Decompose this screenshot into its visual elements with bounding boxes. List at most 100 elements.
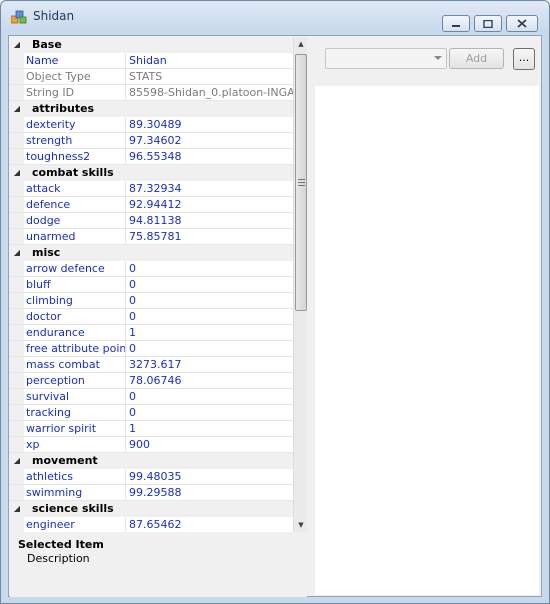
property-name: survival: [24, 389, 126, 404]
row-gutter: [10, 341, 24, 356]
property-value[interactable]: 0: [126, 341, 293, 356]
type-combobox[interactable]: [325, 48, 447, 69]
property-row[interactable]: dodge 94.81138: [10, 213, 293, 229]
property-row[interactable]: unarmed 75.85781: [10, 229, 293, 245]
row-gutter: [10, 85, 24, 100]
more-options-button[interactable]: ...: [513, 48, 535, 70]
category-row[interactable]: ◢ misc: [10, 245, 293, 261]
property-name: dexterity: [24, 117, 126, 132]
property-value[interactable]: 0: [126, 277, 293, 292]
property-value[interactable]: 87.32934: [126, 181, 293, 196]
property-value[interactable]: STATS: [126, 69, 293, 84]
property-value[interactable]: 92.94412: [126, 197, 293, 212]
grip-icon: [298, 179, 305, 186]
row-gutter: [10, 389, 24, 404]
add-button[interactable]: Add: [449, 48, 504, 69]
property-value[interactable]: 99.48035: [126, 469, 293, 484]
property-row[interactable]: tracking 0: [10, 405, 293, 421]
property-value[interactable]: 89.30489: [126, 117, 293, 132]
category-row[interactable]: ◢ movement: [10, 453, 293, 469]
property-row[interactable]: xp 900: [10, 437, 293, 453]
help-description: Description: [27, 552, 90, 565]
category-row[interactable]: ◢ science skills: [10, 501, 293, 517]
row-gutter: [10, 53, 24, 68]
collapse-toggle-icon[interactable]: ◢: [10, 453, 24, 469]
scroll-down-arrow-icon[interactable]: ▼: [294, 518, 307, 532]
collapse-toggle-icon[interactable]: ◢: [10, 245, 24, 261]
property-row[interactable]: mass combat 3273.617: [10, 357, 293, 373]
property-value[interactable]: 0: [126, 309, 293, 324]
property-row[interactable]: strength 97.34602: [10, 133, 293, 149]
row-gutter: [10, 437, 24, 452]
close-button[interactable]: [506, 15, 538, 32]
property-value[interactable]: 0: [126, 293, 293, 308]
property-row[interactable]: Name Shidan: [10, 53, 293, 69]
property-value[interactable]: 87.65462: [126, 517, 293, 532]
collapse-toggle-icon[interactable]: ◢: [10, 37, 24, 53]
property-row[interactable]: free attribute points 0: [10, 341, 293, 357]
property-value[interactable]: 3273.617: [126, 357, 293, 372]
category-row[interactable]: ◢ Base: [10, 37, 293, 53]
property-row[interactable]: toughness2 96.55348: [10, 149, 293, 165]
row-gutter: [10, 469, 24, 484]
property-value[interactable]: 94.81138: [126, 213, 293, 228]
maximize-button[interactable]: [474, 15, 502, 32]
category-label: Base: [32, 38, 62, 51]
property-value[interactable]: 99.29588: [126, 485, 293, 500]
row-gutter: [10, 229, 24, 244]
collapse-toggle-icon[interactable]: ◢: [10, 501, 24, 517]
property-value[interactable]: 900: [126, 437, 293, 452]
vertical-scrollbar[interactable]: ▲ ▼: [293, 37, 307, 532]
property-row[interactable]: survival 0: [10, 389, 293, 405]
property-value[interactable]: 78.06746: [126, 373, 293, 388]
property-row[interactable]: engineer 87.65462: [10, 517, 293, 532]
property-name: Object Type: [24, 69, 126, 84]
property-row[interactable]: athletics 99.48035: [10, 469, 293, 485]
title-bar[interactable]: Shidan: [1, 1, 549, 32]
minimize-button[interactable]: [442, 15, 470, 32]
scrollbar-thumb[interactable]: [295, 54, 307, 311]
category-row[interactable]: ◢ combat skills: [10, 165, 293, 181]
property-row[interactable]: Object Type STATS: [10, 69, 293, 85]
property-row[interactable]: bluff 0: [10, 277, 293, 293]
property-grid[interactable]: ◢ Base Name Shidan Object Type STATS String ID…: [10, 37, 307, 532]
property-row[interactable]: arrow defence 0: [10, 261, 293, 277]
property-name: climbing: [24, 293, 126, 308]
property-name: perception: [24, 373, 126, 388]
property-name: endurance: [24, 325, 126, 340]
property-value[interactable]: 1: [126, 421, 293, 436]
property-value[interactable]: Shidan: [126, 53, 293, 68]
property-row[interactable]: climbing 0: [10, 293, 293, 309]
collapse-toggle-icon[interactable]: ◢: [10, 165, 24, 181]
property-value[interactable]: 85598-Shidan_0.platoon-INGAME: [126, 85, 293, 100]
property-name: xp: [24, 437, 126, 452]
property-name: defence: [24, 197, 126, 212]
property-row[interactable]: dexterity 89.30489: [10, 117, 293, 133]
row-gutter: [10, 309, 24, 324]
property-value[interactable]: 0: [126, 389, 293, 404]
property-row[interactable]: attack 87.32934: [10, 181, 293, 197]
property-row[interactable]: endurance 1: [10, 325, 293, 341]
property-name: attack: [24, 181, 126, 196]
property-row[interactable]: perception 78.06746: [10, 373, 293, 389]
property-name: free attribute points: [26, 341, 126, 356]
property-value[interactable]: 0: [126, 261, 293, 276]
property-value[interactable]: 75.85781: [126, 229, 293, 244]
property-row[interactable]: String ID 85598-Shidan_0.platoon-INGAME: [10, 85, 293, 101]
scroll-up-arrow-icon[interactable]: ▲: [294, 37, 307, 51]
row-gutter: [10, 181, 24, 196]
property-row[interactable]: swimming 99.29588: [10, 485, 293, 501]
collapse-toggle-icon[interactable]: ◢: [10, 101, 24, 117]
property-name: tracking: [24, 405, 126, 420]
category-row[interactable]: ◢ attributes: [10, 101, 293, 117]
property-value[interactable]: 0: [126, 405, 293, 420]
row-gutter: [10, 325, 24, 340]
property-row[interactable]: defence 92.94412: [10, 197, 293, 213]
property-row[interactable]: warrior spirit 1: [10, 421, 293, 437]
property-row[interactable]: doctor 0: [10, 309, 293, 325]
property-value[interactable]: 97.34602: [126, 133, 293, 148]
property-value[interactable]: 96.55348: [126, 149, 293, 164]
property-value[interactable]: 1: [126, 325, 293, 340]
row-gutter: [10, 517, 24, 532]
property-name: mass combat: [24, 357, 126, 372]
